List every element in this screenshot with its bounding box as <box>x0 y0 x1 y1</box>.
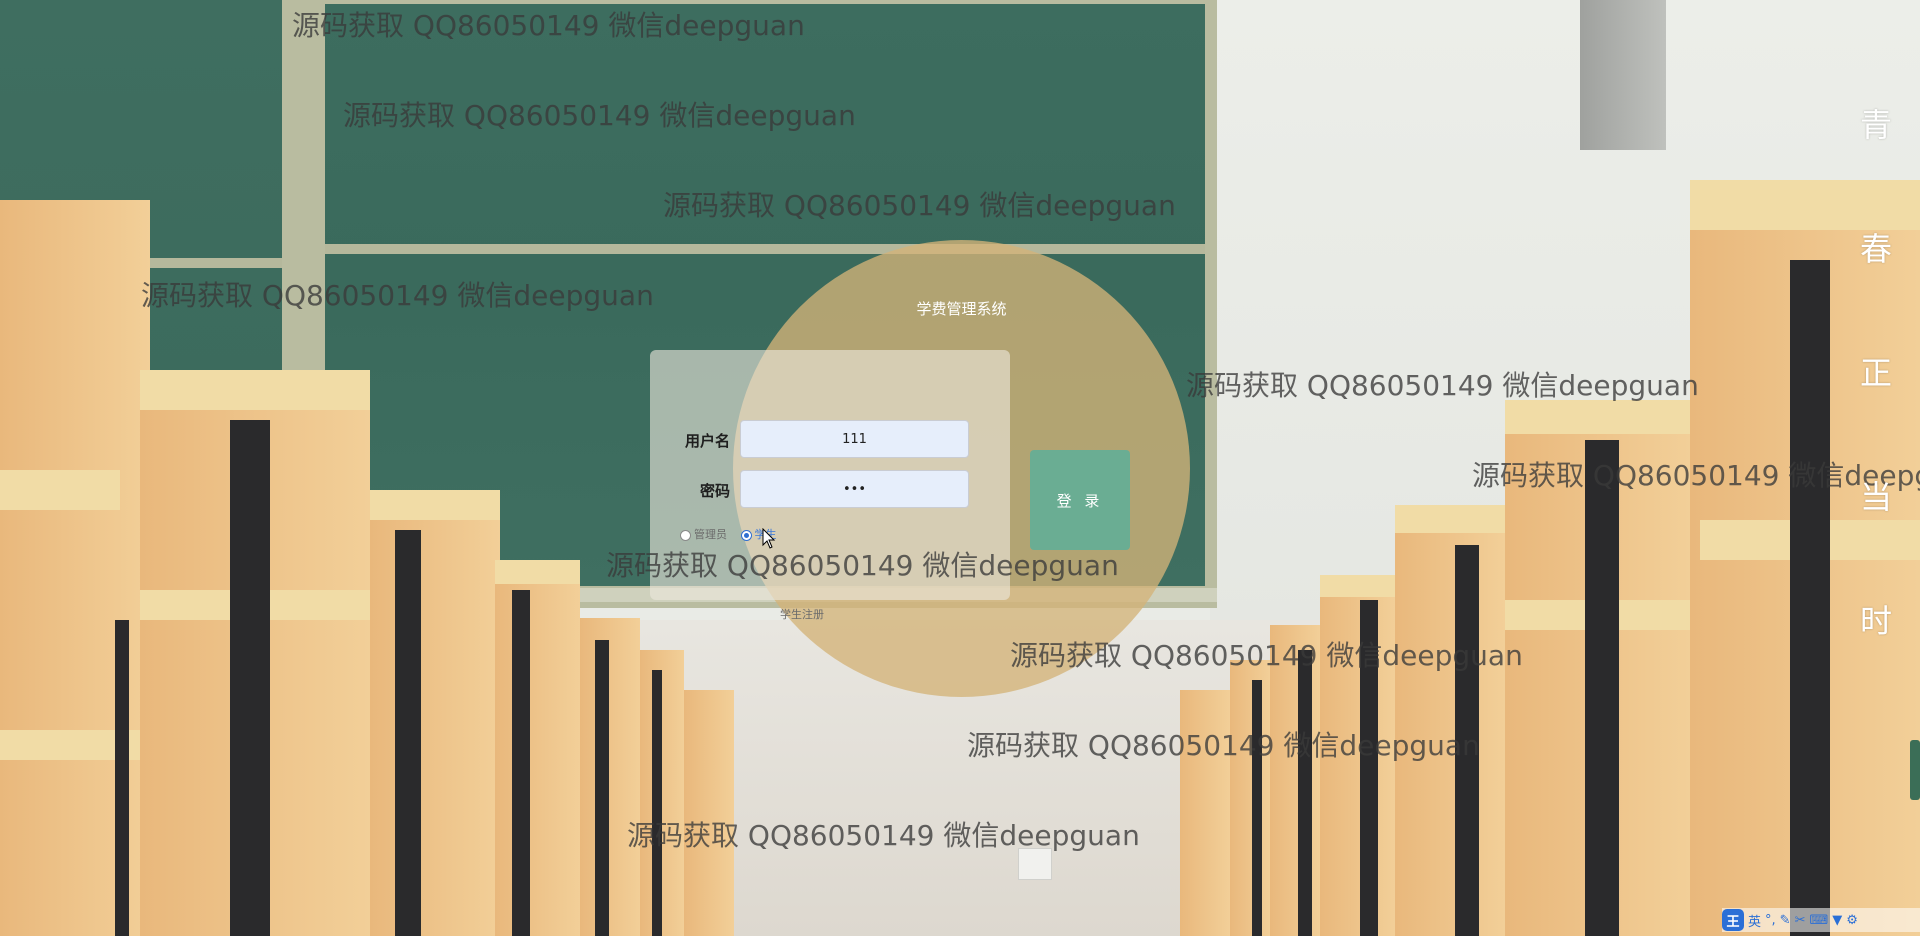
poem-char: 正 <box>1859 354 1892 392</box>
login-button[interactable]: 登 录 <box>1030 450 1130 550</box>
settings-icon[interactable]: ⚙ <box>1846 913 1858 928</box>
watermark: 源码获取 QQ86050149 微信deepguan <box>967 729 1480 762</box>
username-input[interactable] <box>740 420 969 458</box>
role-admin-option[interactable]: 管理员 <box>680 526 727 542</box>
system-title: 学费管理系统 <box>916 300 1007 318</box>
poem-char: 春 <box>1859 230 1892 268</box>
role-student-radio[interactable] <box>740 529 752 541</box>
desk <box>495 560 580 936</box>
desk <box>1230 660 1270 936</box>
desk <box>684 690 734 936</box>
desk <box>1395 505 1505 936</box>
username-label: 用户名 <box>684 432 730 450</box>
watermark: 源码获取 QQ86050149 微信deepguan <box>1186 369 1699 402</box>
watermark: 源码获取 QQ86050149 微信deepguan <box>1010 639 1523 672</box>
desk-shelf <box>0 470 120 510</box>
desk-leg <box>1298 650 1312 936</box>
keyboard-icon[interactable]: ⌨ <box>1809 913 1828 928</box>
side-scroll-handle[interactable] <box>1910 740 1920 800</box>
role-admin-label: 管理员 <box>694 528 727 541</box>
desk-shelf <box>140 370 370 410</box>
ime-mode-toggle[interactable]: 英 <box>1748 911 1761 930</box>
watermark: 源码获取 QQ86050149 微信deepguan <box>343 99 856 132</box>
desk-shelf <box>370 490 500 520</box>
desk-leg <box>1252 680 1262 936</box>
watermark: 源码获取 QQ86050149 微信deepguan <box>627 819 1140 852</box>
pen-icon[interactable]: ✎ <box>1780 913 1791 928</box>
poem-char: 青 <box>1859 106 1892 144</box>
desk <box>580 618 640 936</box>
shirt-icon[interactable]: ▼ <box>1832 913 1842 928</box>
desk-leg <box>115 620 129 936</box>
desk-leg <box>1585 440 1619 936</box>
watermark: 源码获取 QQ86050149 微信deepguan <box>1472 459 1920 492</box>
watermark: 源码获取 QQ86050149 微信deepguan <box>606 549 1119 582</box>
desk-shelf <box>1505 400 1690 434</box>
watermark: 源码获取 QQ86050149 微信deepguan <box>292 9 805 42</box>
desk-shelf <box>1320 575 1395 597</box>
password-label: 密码 <box>699 482 730 500</box>
scissors-icon[interactable]: ✂ <box>1795 913 1806 928</box>
desk <box>640 650 684 936</box>
password-input[interactable] <box>740 470 969 508</box>
desk-shelf <box>495 560 580 584</box>
student-register-link[interactable]: 学生注册 <box>780 606 824 622</box>
desk-leg <box>512 590 530 936</box>
wall-speaker <box>1580 0 1666 150</box>
desk-leg <box>1790 260 1830 936</box>
role-admin-radio[interactable] <box>680 529 691 541</box>
ime-logo-icon[interactable]: 王 <box>1722 909 1744 931</box>
desk-leg <box>230 420 270 936</box>
desk-leg <box>595 640 609 936</box>
poem-char: 当 <box>1859 478 1892 516</box>
desk-leg <box>395 530 421 936</box>
vertical-poem: 青 春 正 当 时 <box>1856 100 1896 720</box>
punctuation-icon[interactable]: °, <box>1765 913 1776 928</box>
desk-shelf <box>1395 505 1505 533</box>
desk <box>370 490 500 936</box>
desk-leg <box>652 670 662 936</box>
poem-char: 时 <box>1859 602 1892 640</box>
watermark: 源码获取 QQ86050149 微信deepguan <box>663 189 1176 222</box>
blackboard-rail <box>325 244 1205 254</box>
watermark: 源码获取 QQ86050149 微信deepguan <box>141 279 654 312</box>
ime-toolbar: 王 英 °, ✎ ✂ ⌨ ▼ ⚙ <box>1722 908 1920 932</box>
